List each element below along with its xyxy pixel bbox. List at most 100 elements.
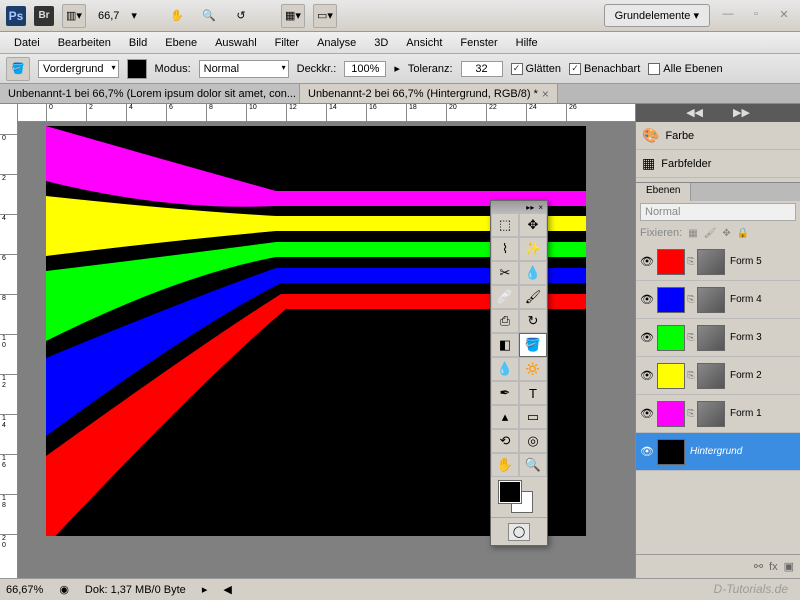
lock-all-icon[interactable]: 🔒 [737,228,749,239]
shape-tool[interactable]: ▭ [519,405,547,429]
tolerance-input[interactable] [461,61,503,77]
vector-mask-thumbnail[interactable] [697,287,725,313]
lock-position-icon[interactable]: ✥ [722,228,730,239]
close-tab-icon[interactable]: × [542,87,549,101]
status-flyout-icon[interactable]: ▸ [202,583,208,596]
menu-hilfe[interactable]: Hilfe [508,34,546,52]
quick-mask-button[interactable]: ◯ [508,523,530,541]
status-zoom[interactable]: 66,67% [6,584,43,596]
vector-mask-thumbnail[interactable] [697,249,725,275]
color-panel-tab[interactable]: 🎨 Farbe [636,122,800,150]
layer-name[interactable]: Form 4 [726,294,762,305]
swatches-panel-tab[interactable]: ▦ Farbfelder [636,150,800,178]
menu-3d[interactable]: 3D [366,34,396,52]
3d-rotate-tool[interactable]: ⟲ [491,429,519,453]
marquee-tool[interactable]: ⬚ [491,213,519,237]
link-icon[interactable]: ⎘ [686,256,696,267]
visibility-toggle[interactable]: 👁 [638,445,656,458]
collapse-icon[interactable]: ▸▸ [524,203,536,212]
layer-name[interactable]: Form 2 [726,370,762,381]
pen-tool[interactable]: ✒ [491,381,519,405]
menu-filter[interactable]: Filter [267,34,307,52]
layer-name[interactable]: Form 1 [726,408,762,419]
lock-pixels-icon[interactable]: 🖌 [704,228,717,239]
layer-row[interactable]: 👁 ⎘ Form 4 [636,281,800,319]
photoshop-icon[interactable]: Ps [6,6,26,26]
layer-mask-icon[interactable]: ▣ [784,560,794,573]
visibility-toggle[interactable]: 👁 [638,293,656,306]
blur-tool[interactable]: 💧 [491,357,519,381]
visibility-toggle[interactable]: 👁 [638,369,656,382]
zoom-tool-button[interactable]: 🔍 [197,4,221,28]
layer-list[interactable]: 👁 ⎘ Form 5 👁 ⎘ Form 4 👁 ⎘ [636,243,800,554]
magic-wand-tool[interactable]: ✨ [519,237,547,261]
history-brush-tool[interactable]: ↻ [519,309,547,333]
layer-thumbnail[interactable] [657,439,685,465]
hand-tool[interactable]: ✋ [491,453,519,477]
status-doc-size[interactable]: Dok: 1,37 MB/0 Byte [85,584,186,596]
paint-bucket-tool[interactable]: 🪣 [519,333,547,357]
maximize-button[interactable]: ▫ [746,8,766,24]
bridge-icon[interactable]: Br [34,6,54,26]
visibility-toggle[interactable]: 👁 [638,407,656,420]
menu-auswahl[interactable]: Auswahl [207,34,265,52]
antialias-checkbox[interactable]: ✓Glätten [511,63,561,75]
foreground-color[interactable] [499,481,521,503]
visibility-toggle[interactable]: 👁 [638,331,656,344]
fill-color-swatch[interactable] [127,59,147,79]
blend-mode-dropdown[interactable]: Normal [199,60,289,78]
tools-panel[interactable]: ▸▸ × ⬚ ✥ ⌇ ✨ ✂ 💧 🩹 🖌 ⎙ ↻ ◧ 🪣 💧 🔅 ✒ T ▴ ▭… [490,200,548,546]
path-selection-tool[interactable]: ▴ [491,405,519,429]
clone-stamp-tool[interactable]: ⎙ [491,309,519,333]
status-sync-icon[interactable]: ◉ [59,583,69,596]
opacity-flyout-icon[interactable]: ▸ [394,62,400,75]
opacity-input[interactable] [344,61,386,77]
move-tool[interactable]: ✥ [519,213,547,237]
vector-mask-thumbnail[interactable] [697,401,725,427]
layers-tab[interactable]: Ebenen [636,183,691,201]
minimize-button[interactable]: — [718,8,738,24]
zoom-tool[interactable]: 🔍 [519,453,547,477]
layer-row-background[interactable]: 👁 Hintergrund [636,433,800,471]
layer-row[interactable]: 👁 ⎘ Form 3 [636,319,800,357]
contiguous-checkbox[interactable]: ✓Benachbart [569,63,640,75]
layer-row[interactable]: 👁 ⎘ Form 2 [636,357,800,395]
layer-thumbnail[interactable] [657,401,685,427]
layer-name[interactable]: Form 5 [726,256,762,267]
collapse-right-icon[interactable]: ▶▶ [733,106,750,122]
toolbox-header[interactable]: ▸▸ × [491,201,547,213]
layer-thumbnail[interactable] [657,287,685,313]
type-tool[interactable]: T [519,381,547,405]
rotate-view-button[interactable]: ↺ [229,4,253,28]
layer-name[interactable]: Form 3 [726,332,762,343]
document-tab-2[interactable]: Unbenannt-2 bei 66,7% (Hintergrund, RGB/… [300,84,558,103]
vector-mask-thumbnail[interactable] [697,325,725,351]
visibility-toggle[interactable]: 👁 [638,255,656,268]
screen-mode-button[interactable]: ▭▾ [313,4,337,28]
menu-fenster[interactable]: Fenster [452,34,505,52]
fill-source-dropdown[interactable]: Vordergrund [38,60,119,78]
layer-name[interactable]: Hintergrund [686,446,742,457]
hand-tool-button[interactable]: ✋ [165,4,189,28]
link-icon[interactable]: ⎘ [686,294,696,305]
link-icon[interactable]: ⎘ [686,408,696,419]
arrange-documents-button[interactable]: ▦▾ [281,4,305,28]
link-layers-icon[interactable]: ⚯ [754,560,763,573]
lock-transparency-icon[interactable]: ▦ [688,228,697,239]
layer-style-icon[interactable]: fx [769,561,778,573]
layer-row[interactable]: 👁 ⎘ Form 1 [636,395,800,433]
link-icon[interactable]: ⎘ [686,370,696,381]
brush-tool[interactable]: 🖌 [519,285,547,309]
workspace-dropdown[interactable]: Grundelemente ▾ [604,4,710,27]
menu-ebene[interactable]: Ebene [157,34,205,52]
document-tab-1[interactable]: Unbenannt-1 bei 66,7% (Lorem ipsum dolor… [0,84,300,103]
collapse-left-icon[interactable]: ◀◀ [686,106,703,122]
menu-bild[interactable]: Bild [121,34,155,52]
crop-tool[interactable]: ✂ [491,261,519,285]
menu-ansicht[interactable]: Ansicht [398,34,450,52]
view-extras-button[interactable]: ▥▾ [62,4,86,28]
menu-analyse[interactable]: Analyse [309,34,364,52]
panel-dock-header[interactable]: ◀◀ ▶▶ [636,104,800,122]
scroll-left-icon[interactable]: ◀ [223,583,231,596]
lasso-tool[interactable]: ⌇ [491,237,519,261]
